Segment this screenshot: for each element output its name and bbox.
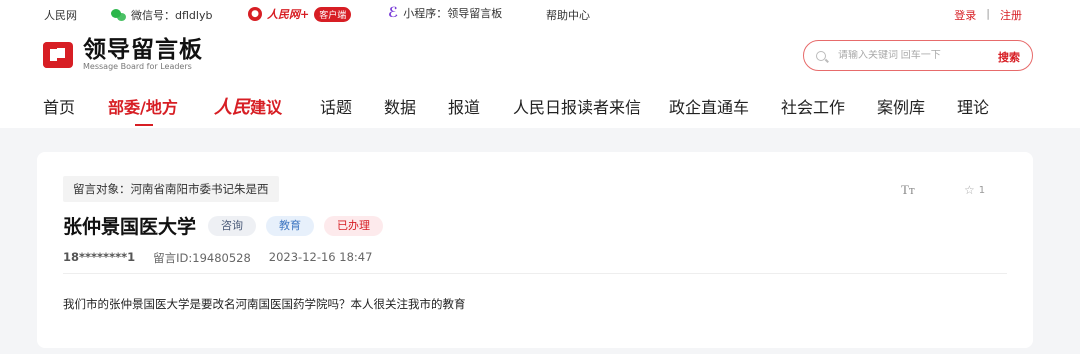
logo-mark-icon [43,40,75,70]
people-suggestion-brand: 人民 [214,97,250,118]
message-content: 我们市的张仲景国医大学是要改名河南国医国药学院吗？本人很关注我市的教育 [63,297,466,311]
favorite-count: 1 [978,184,986,196]
wechat-label: 微信号：dfldlyb [131,9,213,22]
search-button[interactable]: 搜索 [998,49,1020,65]
people-suggestion-label: 建议 [250,98,283,117]
auth-links: 登录 | 注册 [954,7,1022,23]
nav-ministries-local[interactable]: 部委/地方 [108,94,214,126]
favorite-button[interactable]: ☆ 1 [964,183,985,197]
nav-readers-letters[interactable]: 人民日报读者来信 [513,94,669,118]
nav-gov-business[interactable]: 政企直通车 [669,94,781,118]
status-badge: 已办理 [324,215,384,236]
search-icon [816,50,826,61]
message-title: 张仲景国医大学 [63,216,197,238]
font-size-icon[interactable]: Tт [901,182,915,198]
miniprogram-label: 小程序：领导留言板 [403,7,503,20]
nav-data[interactable]: 数据 [384,94,448,118]
site-header: 领导留言板 Message Board for Leaders 搜索 首页 部委… [0,28,1080,128]
star-icon: ☆ [964,183,975,197]
message-card: 留言对象：河南省南阳市委书记朱是西 Tт ☆ 1 张仲景国医大学 咨询 教育 已… [37,152,1033,348]
miniprogram-icon: ℰ [388,5,399,21]
rmw-plus-client-link[interactable]: ● 人民网+ 客户端 [248,6,352,22]
search-input[interactable] [838,50,978,61]
rmw-plus-logo-icon: ● [248,7,262,21]
search-box: 搜索 [803,40,1033,71]
rmw-link[interactable]: 人民网 [44,7,77,23]
auth-separator: | [986,7,990,20]
logo-title: 领导留言板 [83,37,203,63]
tag-consult: 咨询 [208,215,257,236]
nav-topics[interactable]: 话题 [320,94,384,118]
help-center-link[interactable]: 帮助中心 [546,7,590,23]
nav-reports[interactable]: 报道 [448,94,513,118]
title-row: 张仲景国医大学 咨询 教育 已办理 [63,212,393,239]
nav-case-library[interactable]: 案例库 [877,94,957,118]
message-datetime: 2023-12-16 18:47 [268,250,373,264]
client-badge: 客户端 [314,6,352,22]
wechat-icon [111,9,126,21]
user-id: 18********1 [63,250,136,264]
site-logo[interactable]: 领导留言板 Message Board for Leaders [43,38,203,72]
main-nav: 首页 部委/地方 人民建议 话题 数据 报道 人民日报读者来信 政企直通车 社会… [43,93,989,126]
rmw-plus-brand: 人民网+ [267,8,310,21]
nav-theory[interactable]: 理论 [957,94,989,118]
register-link[interactable]: 注册 [1000,7,1022,23]
nav-home[interactable]: 首页 [43,94,108,118]
message-meta: 18********1 留言ID:19480528 2023-12-16 18:… [63,250,372,266]
login-link[interactable]: 登录 [954,7,976,23]
wechat-item[interactable]: 微信号：dfldlyb [111,7,212,23]
nav-social-work[interactable]: 社会工作 [781,94,877,118]
logo-subtitle: Message Board for Leaders [83,62,192,71]
divider [63,273,1007,274]
nav-people-suggestion[interactable]: 人民建议 [214,93,320,119]
top-bar: 人民网 微信号：dfldlyb ● 人民网+ 客户端 ℰ 小程序：领导留言板 帮… [0,0,1080,28]
message-id: 留言ID:19480528 [153,251,251,265]
miniprogram-item[interactable]: ℰ 小程序：领导留言板 [388,5,502,21]
tag-education: 教育 [266,215,315,236]
message-target: 留言对象：河南省南阳市委书记朱是西 [63,176,279,202]
